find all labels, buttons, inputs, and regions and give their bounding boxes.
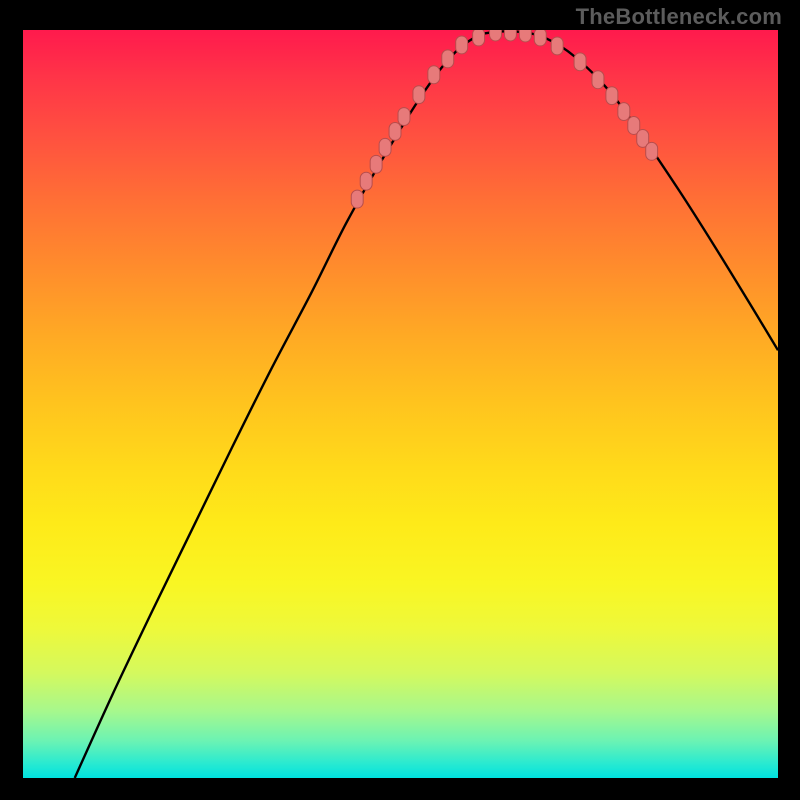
chart-container: TheBottleneck.com xyxy=(0,0,800,800)
bottleneck-curve xyxy=(75,31,778,778)
marker-dot xyxy=(473,30,485,46)
marker-dot xyxy=(456,36,468,54)
marker-group xyxy=(351,30,657,208)
marker-dot xyxy=(351,190,363,208)
marker-dot xyxy=(428,66,440,84)
marker-dot xyxy=(389,123,401,141)
marker-dot xyxy=(504,30,516,41)
marker-dot xyxy=(606,87,618,105)
chart-svg xyxy=(23,30,778,778)
watermark-text: TheBottleneck.com xyxy=(576,4,782,30)
marker-dot xyxy=(534,30,546,46)
marker-dot xyxy=(574,53,586,71)
marker-dot xyxy=(490,30,502,41)
marker-dot xyxy=(519,30,531,42)
marker-dot xyxy=(398,108,410,126)
marker-dot xyxy=(646,142,658,160)
marker-dot xyxy=(413,86,425,104)
marker-dot xyxy=(379,138,391,156)
marker-dot xyxy=(360,172,372,190)
marker-dot xyxy=(551,37,563,55)
marker-dot xyxy=(592,71,604,89)
marker-dot xyxy=(618,103,630,121)
marker-dot xyxy=(370,155,382,173)
marker-dot xyxy=(442,50,454,68)
plot-area xyxy=(21,28,780,780)
